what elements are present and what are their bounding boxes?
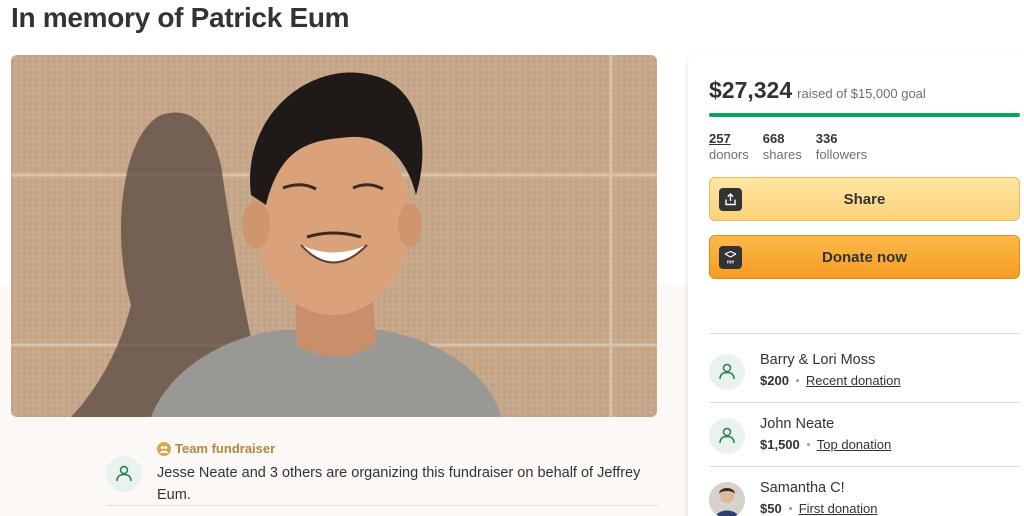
share-button-label: Share (843, 190, 886, 208)
donation-tag-link[interactable]: First donation (799, 501, 878, 516)
stat-number: 668 (762, 131, 785, 146)
progress-bar (709, 113, 1020, 117)
raised-goal: raised of $15,000 goal (797, 86, 926, 101)
page-title: In memory of Patrick Eum (11, 2, 350, 33)
separator-dot (806, 443, 810, 446)
donor-meta: $1,500 Top donation (760, 437, 891, 452)
donor-icon (709, 354, 745, 390)
gofundme-logo-icon: me (719, 246, 742, 269)
share-button[interactable]: Share (709, 177, 1020, 221)
divider (709, 466, 1020, 467)
team-fundraiser-text: Team fundraiser (175, 441, 276, 456)
donation-tag-link[interactable]: Recent donation (806, 373, 901, 388)
stat-shares: 668 shares (763, 131, 802, 163)
donation-item: John Neate $1,500 Top donation (709, 416, 1020, 470)
donation-amount: $1,500 (760, 437, 800, 452)
donation-amount: $50 (760, 501, 782, 516)
stats-row: 257 donors 668 shares 336 followers (709, 131, 867, 163)
donation-item: Barry & Lori Moss $200 Recent donation (709, 352, 1020, 406)
team-fundraiser-label: Team fundraiser (157, 441, 275, 456)
stat-label: shares (762, 147, 802, 162)
organizer-avatar-icon (106, 456, 142, 492)
divider (106, 505, 658, 506)
donor-icon (709, 418, 745, 454)
divider (709, 402, 1020, 403)
donation-card: $27,324 raised of $15,000 goal 257 donor… (688, 55, 1024, 516)
donation-tag-link[interactable]: Top donation (817, 437, 891, 452)
raised-amount: $27,324 (709, 77, 793, 103)
stat-followers: 336 followers (816, 131, 867, 163)
donation-amount: $200 (760, 373, 789, 388)
donor-photo (709, 482, 745, 516)
organizer-description: Jesse Neate and 3 others are organizing … (157, 465, 641, 503)
donate-button-label: Donate now (822, 248, 907, 266)
donor-name: Barry & Lori Moss (760, 352, 876, 368)
stat-label: followers (815, 147, 868, 162)
separator-dot (795, 379, 799, 382)
raised-summary: $27,324 raised of $15,000 goal (709, 77, 926, 104)
donate-button[interactable]: me Donate now (709, 235, 1020, 279)
donor-name: Samantha C! (760, 480, 845, 496)
donor-meta: $200 Recent donation (760, 373, 901, 388)
donor-meta: $50 First donation (760, 501, 877, 516)
divider (709, 333, 1020, 334)
donor-name: John Neate (760, 416, 835, 432)
stat-number: 336 (815, 131, 838, 146)
stat-number[interactable]: 257 (709, 131, 749, 147)
progress-fill (709, 113, 1020, 117)
stat-label: donors (709, 147, 749, 162)
svg-text:me: me (727, 260, 734, 266)
separator-dot (788, 507, 792, 510)
stat-donors[interactable]: 257 donors (709, 131, 749, 163)
share-icon (719, 188, 742, 211)
hero-photo (11, 55, 657, 417)
team-icon (157, 441, 171, 456)
donation-item: Samantha C! $50 First donation (709, 480, 1020, 516)
